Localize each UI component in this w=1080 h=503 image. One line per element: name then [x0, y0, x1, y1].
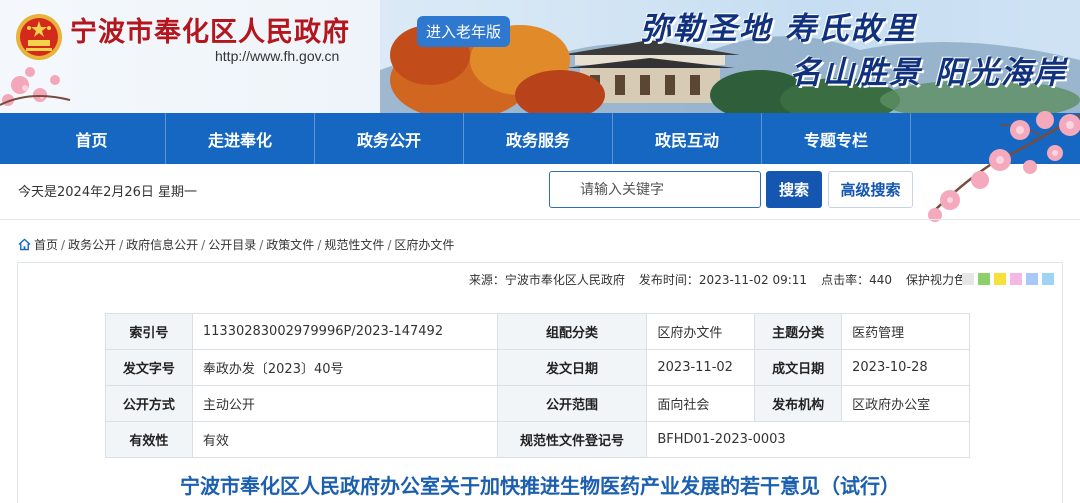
category-label: 组配分类: [496, 313, 648, 350]
site-name[interactable]: 宁波市奉化区人民政府: [70, 10, 350, 49]
breadcrumb-separator: /: [259, 237, 264, 252]
slogan-line-2: 名山胜景 阳光海岸: [790, 55, 1067, 91]
article-meta: 来源：宁波市奉化区人民政府 发布时间：2023-11-02 09:11 点击率：…: [469, 271, 978, 288]
slogan-line-1: 弥勒圣地 寿氏故里: [640, 11, 917, 47]
elder-mode-button[interactable]: 进入老年版: [417, 16, 510, 47]
breadcrumb: 首页 / 政务公开 / 政府信息公开 / 公开目录 / 政策文件 / 规范性文件 / 区府办…: [18, 236, 454, 253]
table-row: 索引号 11330283002979996P/2023-147492 组配分类 …: [105, 313, 970, 350]
color-swatch[interactable]: [962, 273, 974, 285]
docno-label: 发文字号: [105, 349, 193, 386]
color-swatch[interactable]: [978, 273, 990, 285]
made-date-label: 成文日期: [754, 349, 843, 386]
table-row: 公开方式 主动公开 公开范围 面向社会 发布机构 区政府办公室: [105, 385, 970, 422]
source-meta: 来源：宁波市奉化区人民政府: [469, 271, 625, 288]
source-value: 宁波市奉化区人民政府: [504, 273, 625, 287]
table-row: 有效性 有效 规范性文件登记号 BFHD01-2023-0003: [105, 421, 970, 458]
docno-value: 奉政办发〔2023〕40号: [191, 349, 498, 386]
document-info-table: 索引号 11330283002979996P/2023-147492 组配分类 …: [105, 313, 970, 458]
org-label: 发布机构: [754, 385, 843, 422]
home-icon: [18, 238, 31, 251]
topic-value: 医药管理: [841, 313, 970, 350]
topic-label: 主题分类: [754, 313, 843, 350]
breadcrumb-item[interactable]: 首页: [34, 236, 58, 253]
search-input[interactable]: [549, 171, 761, 208]
main-nav: 首页 走进奉化 政务公开 政务服务 政民互动 专题专栏: [0, 113, 1080, 164]
breadcrumb-item[interactable]: 规范性文件: [324, 236, 384, 253]
category-value: 区府办文件: [646, 313, 756, 350]
regno-label: 规范性文件登记号: [496, 421, 648, 458]
issue-date-value: 2023-11-02: [646, 349, 756, 386]
document-title: 宁波市奉化区人民政府办公室关于加快推进生物医药产业发展的若干意见（试行）: [180, 474, 900, 498]
index-value: 11330283002979996P/2023-147492: [191, 313, 498, 350]
breadcrumb-item[interactable]: 区府办文件: [394, 236, 454, 253]
source-label: 来源：: [468, 273, 505, 287]
made-date-value: 2023-10-28: [841, 349, 970, 386]
national-emblem-icon: [16, 14, 62, 60]
scope-value: 面向社会: [646, 385, 756, 422]
nav-item-services[interactable]: 政务服务: [464, 113, 612, 164]
publish-value: 2023-11-02 09:11: [698, 273, 808, 287]
breadcrumb-separator: /: [119, 237, 124, 252]
breadcrumb-separator: /: [61, 237, 66, 252]
publish-label: 发布时间：: [638, 273, 699, 287]
header-banner: 宁波市奉化区人民政府 http://www.fh.gov.cn 进入老年版 弥勒…: [0, 0, 1080, 113]
breadcrumb-separator: /: [387, 237, 392, 252]
validity-label: 有效性: [105, 421, 193, 458]
nav-item-interaction[interactable]: 政民互动: [613, 113, 761, 164]
eye-protect-swatches: [962, 273, 1054, 285]
publish-meta: 发布时间：2023-11-02 09:11: [639, 271, 807, 288]
color-swatch[interactable]: [1010, 273, 1022, 285]
breadcrumb-item[interactable]: 政务公开: [68, 236, 116, 253]
nav-item-topics[interactable]: 专题专栏: [762, 113, 910, 164]
org-value: 区政府办公室: [841, 385, 970, 422]
open-mode-value: 主动公开: [191, 385, 498, 422]
breadcrumb-item[interactable]: 政府信息公开: [126, 236, 198, 253]
toolbar-divider: [0, 219, 1080, 220]
search-button[interactable]: 搜索: [766, 171, 822, 208]
clicks-value: 440: [869, 273, 892, 287]
color-swatch[interactable]: [1042, 273, 1054, 285]
site-url[interactable]: http://www.fh.gov.cn: [215, 48, 339, 64]
regno-value: BFHD01-2023-0003: [646, 421, 970, 458]
advanced-search-button[interactable]: 高级搜索: [828, 171, 913, 208]
nav-item-home[interactable]: 首页: [18, 113, 165, 164]
table-row: 发文字号 奉政办发〔2023〕40号 发文日期 2023-11-02 成文日期 …: [105, 349, 970, 386]
breadcrumb-separator: /: [317, 237, 322, 252]
breadcrumb-item[interactable]: 公开目录: [208, 236, 256, 253]
nav-divider: [910, 113, 911, 164]
nav-item-about[interactable]: 走进奉化: [166, 113, 314, 164]
breadcrumb-separator: /: [201, 237, 206, 252]
validity-value: 有效: [191, 421, 498, 458]
nav-item-gov-affairs[interactable]: 政务公开: [315, 113, 463, 164]
color-swatch[interactable]: [1026, 273, 1038, 285]
open-mode-label: 公开方式: [105, 385, 193, 422]
color-swatch[interactable]: [994, 273, 1006, 285]
current-date: 今天是2024年2月26日 星期一: [18, 185, 198, 200]
breadcrumb-item[interactable]: 政策文件: [266, 236, 314, 253]
clicks-meta: 点击率：440: [821, 271, 892, 288]
scope-label: 公开范围: [496, 385, 648, 422]
index-label: 索引号: [105, 313, 193, 350]
clicks-label: 点击率：: [821, 273, 870, 287]
issue-date-label: 发文日期: [496, 349, 648, 386]
